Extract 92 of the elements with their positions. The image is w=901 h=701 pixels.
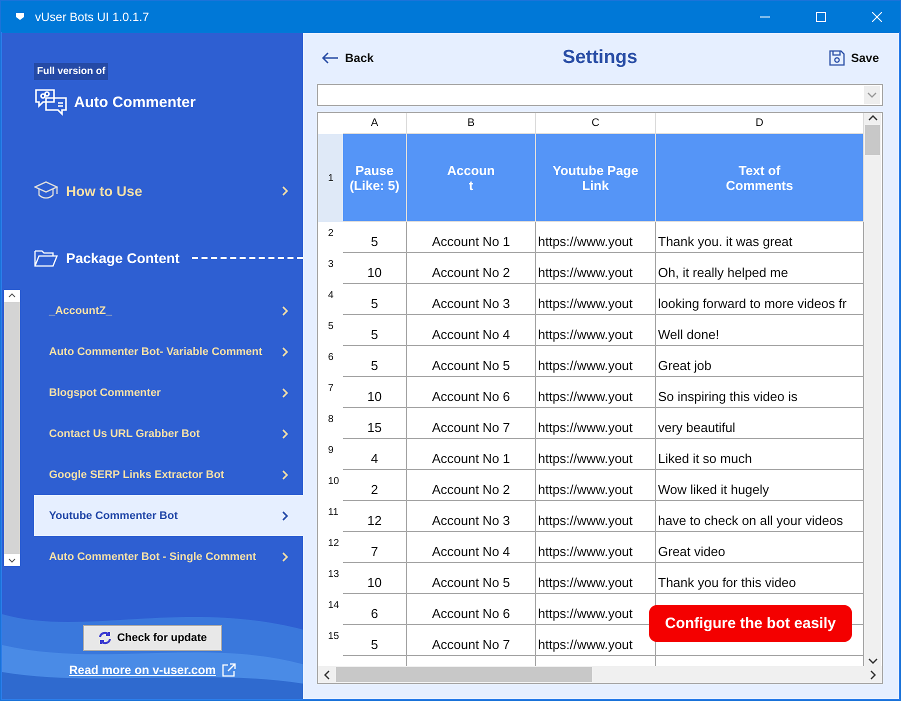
refresh-icon (98, 631, 112, 645)
table-cell: 6 (343, 594, 407, 625)
table-cell: https://www.yout (536, 501, 656, 532)
scrollbar[interactable] (4, 290, 20, 566)
package-item[interactable]: Youtube Commenter Bot (34, 495, 303, 536)
save-icon (828, 50, 845, 66)
table-cell: https://www.yout (536, 470, 656, 501)
scroll-down-icon (866, 656, 878, 666)
scrollbar-thumb[interactable] (336, 667, 592, 682)
table-cell: 10 (343, 563, 407, 594)
column-header: Youtube Page Link (536, 134, 656, 222)
how-to-use-item[interactable]: How to Use (2, 169, 303, 213)
scrollbar-thumb[interactable] (865, 125, 880, 155)
table-cell: Account No 1 (407, 439, 536, 470)
version-badge: Full version of (34, 63, 108, 80)
table-cell: Account No 7 (407, 625, 536, 656)
table-cell: 15 (343, 408, 407, 439)
back-button[interactable]: Back (321, 51, 401, 65)
table-cell: Account No 2 (407, 470, 536, 501)
table-cell: Account No 3 (407, 501, 536, 532)
table-cell: https://www.yout (536, 346, 656, 377)
table-cell: 5 (343, 315, 407, 346)
table-cell: https://www.yout (536, 532, 656, 563)
table-cell: https://www.yout (536, 439, 656, 470)
table-cell: https://www.yout (536, 315, 656, 346)
table-cell: 10 (343, 377, 407, 408)
scroll-up-icon (4, 290, 20, 302)
check-update-button[interactable]: Check for update (83, 625, 222, 651)
package-item[interactable]: Blogspot Commenter (34, 372, 303, 413)
table-cell: Account No 6 (407, 594, 536, 625)
table-cell: https://www.yout (536, 408, 656, 439)
table-cell: https://www.yout (536, 222, 656, 253)
chevron-icon (281, 386, 289, 398)
scroll-left-icon (322, 668, 332, 680)
table-cell: Account No 2 (407, 253, 536, 284)
chat-bubbles-icon (34, 88, 68, 116)
save-button[interactable]: Save (799, 50, 879, 66)
table-cell: 5 (343, 222, 407, 253)
scroll-down-icon (4, 554, 20, 566)
graduation-cap-icon (34, 181, 58, 201)
table-cell: https://www.yout (536, 563, 656, 594)
app-icon (15, 12, 25, 21)
row-number: 1 (318, 134, 343, 222)
dropdown-field[interactable] (317, 84, 883, 106)
table-cell: 5 (343, 284, 407, 315)
chevron-icon (281, 346, 289, 358)
package-item[interactable]: Google SERP Links Extractor Bot (34, 454, 303, 495)
chevron-icon (281, 304, 289, 316)
chevron-icon (281, 428, 289, 440)
maximize-icon[interactable] (816, 12, 826, 22)
column-header: Pause (Like: 5) (343, 134, 407, 222)
callout-badge: Configure the bot easily (649, 605, 852, 642)
column-header: Text of Comments (656, 134, 864, 222)
table-cell: Account No 4 (407, 532, 536, 563)
close-icon[interactable] (872, 12, 882, 22)
column-header: Accoun t (407, 134, 536, 222)
scroll-right-icon (868, 668, 878, 680)
chevron-icon (281, 550, 289, 562)
table-cell: 12 (343, 501, 407, 532)
table-cell: Account No 1 (407, 222, 536, 253)
table-cell: Account No 7 (407, 408, 536, 439)
section-title: Package Content (66, 250, 180, 266)
table-cell: Account No 6 (407, 377, 536, 408)
app-name: Auto Commenter (74, 94, 196, 110)
package-item[interactable]: Contact Us URL Grabber Bot (34, 413, 303, 454)
package-item[interactable]: Auto Commenter Bot - Single Comment (34, 536, 303, 577)
chevron-icon (281, 468, 289, 480)
table-cell: Account No 4 (407, 315, 536, 346)
package-item[interactable]: Auto Commenter Bot- Variable Comment (34, 331, 303, 372)
table-cell: https://www.yout (536, 253, 656, 284)
table-cell: https://www.yout (536, 284, 656, 315)
back-arrow-icon (321, 52, 339, 64)
table-cell: Account No 3 (407, 284, 536, 315)
table-cell: 10 (343, 253, 407, 284)
table-cell: 4 (343, 439, 407, 470)
external-link-icon (222, 663, 236, 677)
scroll-up-icon (866, 113, 878, 123)
table-cell: 5 (343, 346, 407, 377)
package-item[interactable]: _AccountZ_ (34, 290, 303, 331)
dropdown-caret-icon (864, 86, 880, 104)
window-title: vUser Bots UI 1.0.1.7 (35, 10, 150, 24)
table-cell: Account No 5 (407, 563, 536, 594)
table-cell: Account No 5 (407, 346, 536, 377)
table-cell: 2 (343, 470, 407, 501)
folder-icon (34, 248, 58, 268)
table-cell: 7 (343, 532, 407, 563)
page-title: Settings (562, 47, 638, 69)
chevron-icon (281, 510, 289, 522)
table-cell: 5 (343, 625, 407, 656)
chevron-icon (281, 185, 289, 197)
read-more-link[interactable]: Read more on v-user.com (69, 663, 216, 677)
table-cell: https://www.yout (536, 377, 656, 408)
